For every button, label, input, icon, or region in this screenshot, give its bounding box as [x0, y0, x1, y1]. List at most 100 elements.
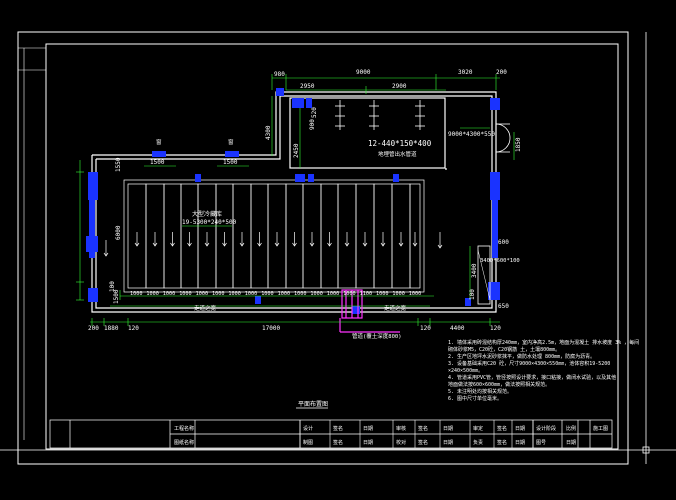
dim-bottom-200: 200 [88, 325, 99, 332]
building-walls [91, 91, 497, 313]
dim-600: 600 [498, 239, 509, 246]
title-block-cell: 设计 [303, 425, 313, 432]
dim-980: 980 [274, 71, 285, 78]
dim-100-a: 100 [109, 281, 116, 292]
equipment-name: 地埋管出水管道 [378, 150, 417, 158]
scale-label: 比例 [566, 425, 576, 432]
drawing-title: 平面布置图 [298, 400, 328, 408]
dim-1550: 1550 [115, 157, 122, 172]
trough-spacing: 1000 [245, 291, 257, 297]
dim-520: 520 [311, 107, 318, 118]
date-label: 日期 [566, 440, 576, 446]
title-block-cell: 签名 [497, 425, 507, 432]
project-name-label: 工程名称 [174, 425, 194, 432]
title-block-cell: 签名 [418, 425, 428, 432]
note-line: 5. 未注明处均按相关规范。 [448, 388, 512, 395]
trough-spacing: 1000 [327, 291, 340, 297]
title-block [49, 419, 613, 449]
trough-spacing: 1000 [196, 291, 209, 297]
dim-650: 650 [498, 303, 509, 310]
note-line: 2. 生产区地坪水泥砂浆抹平，做防水处理 800mm，防腐为沥青。 [448, 353, 595, 360]
title-block-cell: 签名 [497, 439, 507, 446]
title-block-cell: 日期 [443, 440, 453, 446]
trough-spacing: 1000 [392, 291, 405, 297]
dim-bottom-120-a: 120 [128, 325, 139, 332]
dim-9000: 9000 [356, 69, 371, 76]
drawing-name-label: 图纸名称 [174, 439, 194, 446]
dim-bottom-1880: 1880 [104, 325, 119, 332]
dim-3400: 3400 [471, 263, 478, 278]
trough-spacing: 1000 [228, 291, 241, 297]
dim-2450: 2450 [293, 143, 300, 158]
tank-spec: 9000*4300*550 [448, 131, 495, 138]
trough-spacing: 1000 [146, 291, 159, 297]
dim-200: 200 [496, 69, 507, 76]
title-block-cell: 日期 [515, 440, 525, 446]
door-arc [495, 123, 511, 153]
trough-spacing: 1000 [179, 291, 192, 297]
trough-spacing: 1000 [278, 291, 291, 297]
trough-spacing: 1100 [360, 291, 373, 297]
pipe-note: 管道(覆土深度800) [352, 332, 402, 340]
title-block-cell: 负责 [473, 439, 483, 446]
design-stage-label: 设计阶段 [536, 425, 556, 432]
cad-drawing-canvas[interactable]: 980 9000 3020 200 2950 2900 4300 520 900… [0, 0, 676, 500]
title-block-cell: 日期 [443, 426, 453, 432]
note-line: 4. 管道采用PVC管，管径按照设计要求，接口粘接，做闭水试验，以及其他 [448, 374, 616, 381]
equipment-diffusers [335, 100, 425, 130]
dim-900: 900 [309, 119, 316, 130]
construction-drawing-label: 施工图 [593, 425, 608, 432]
dim-bottom-120-c: 120 [490, 325, 501, 332]
drawing-number-label: 图号 [536, 440, 546, 446]
trough-spacing: 1000 [376, 291, 389, 297]
columns [86, 88, 500, 314]
outer-frame [17, 31, 629, 465]
trough-spacing: 1000 [294, 291, 307, 297]
title-block-cell: 日期 [363, 440, 373, 446]
dim-bottom-17000: 17000 [262, 325, 280, 332]
title-block-cell: 审定 [473, 425, 483, 432]
title-block-cell: 审核 [396, 425, 406, 432]
trough-spacing: 1000 [409, 291, 422, 297]
trough-spacing: 1000 [261, 291, 274, 297]
dim-window-1500-b: 1500 [223, 159, 238, 166]
note-line: ×240×500mm。 [448, 368, 483, 374]
equipment-spec: 12-440*150*400 [368, 139, 432, 148]
title-block-cell: 签名 [333, 425, 343, 432]
title-block-cell: 制图 [303, 439, 313, 446]
dim-2900: 2900 [392, 83, 407, 90]
inner-frame [45, 43, 619, 450]
note-line: 1. 墙体采用砖混结构厚240mm，室内净高2.5m，地面为混凝土 排水坡度 3… [448, 339, 639, 346]
small-tank-spec: 3400*600*100 [480, 258, 520, 264]
title-block-cell: 签名 [333, 439, 343, 446]
dim-bottom-120-b: 120 [420, 325, 431, 332]
trough-spacing: 1000 [310, 291, 323, 297]
pond-troughs [103, 179, 443, 293]
walkway-left: 走道之宽 [194, 304, 217, 312]
dim-1850: 1850 [515, 137, 522, 152]
dim-2950: 2950 [300, 83, 315, 90]
note-line: 6. 图中尺寸单位毫米。 [448, 395, 502, 402]
window-label-b: 窗 [228, 138, 234, 146]
dim-window-1500-a: 1500 [150, 159, 165, 166]
dim-6000: 6000 [115, 225, 122, 240]
title-block-text: 工程名称 图纸名称 设计阶段 比例 施工图 图号 日期 [174, 425, 608, 446]
dim-bottom-4400: 4400 [450, 325, 465, 332]
design-notes: 1. 墙体采用砖混结构厚240mm，室内净高2.5m，地面为混凝土 排水坡度 3… [448, 339, 639, 402]
trough-spacing: 1000 [343, 291, 356, 297]
pond-spec: 19-5300*240*500 [182, 219, 237, 226]
dim-100-b: 100 [469, 289, 476, 300]
note-line: 3. 设备基础采用C20 砼，尺寸9000×4300×550mm，池体容积19-… [448, 360, 610, 367]
dim-4300: 4300 [265, 125, 272, 140]
pond-name: 大型冷藏库 [192, 210, 222, 218]
note-line: 地面做法按600×600mm，做法按照相关规范。 [448, 381, 550, 388]
trough-spacing: 1000 [212, 291, 225, 297]
walkway-right: 走道之宽 [384, 304, 407, 312]
note-line: 砌体砂浆M5，C20砼，C20钢筋 土，土壤800mm。 [448, 346, 560, 353]
title-block-cell: 日期 [363, 426, 373, 432]
dim-3020: 3020 [458, 69, 473, 76]
title-block-cell: 日期 [515, 426, 525, 432]
title-block-cell: 签名 [418, 439, 428, 446]
trough-spacing: 1000 [163, 291, 176, 297]
trough-spacing: 1000 [130, 291, 143, 297]
